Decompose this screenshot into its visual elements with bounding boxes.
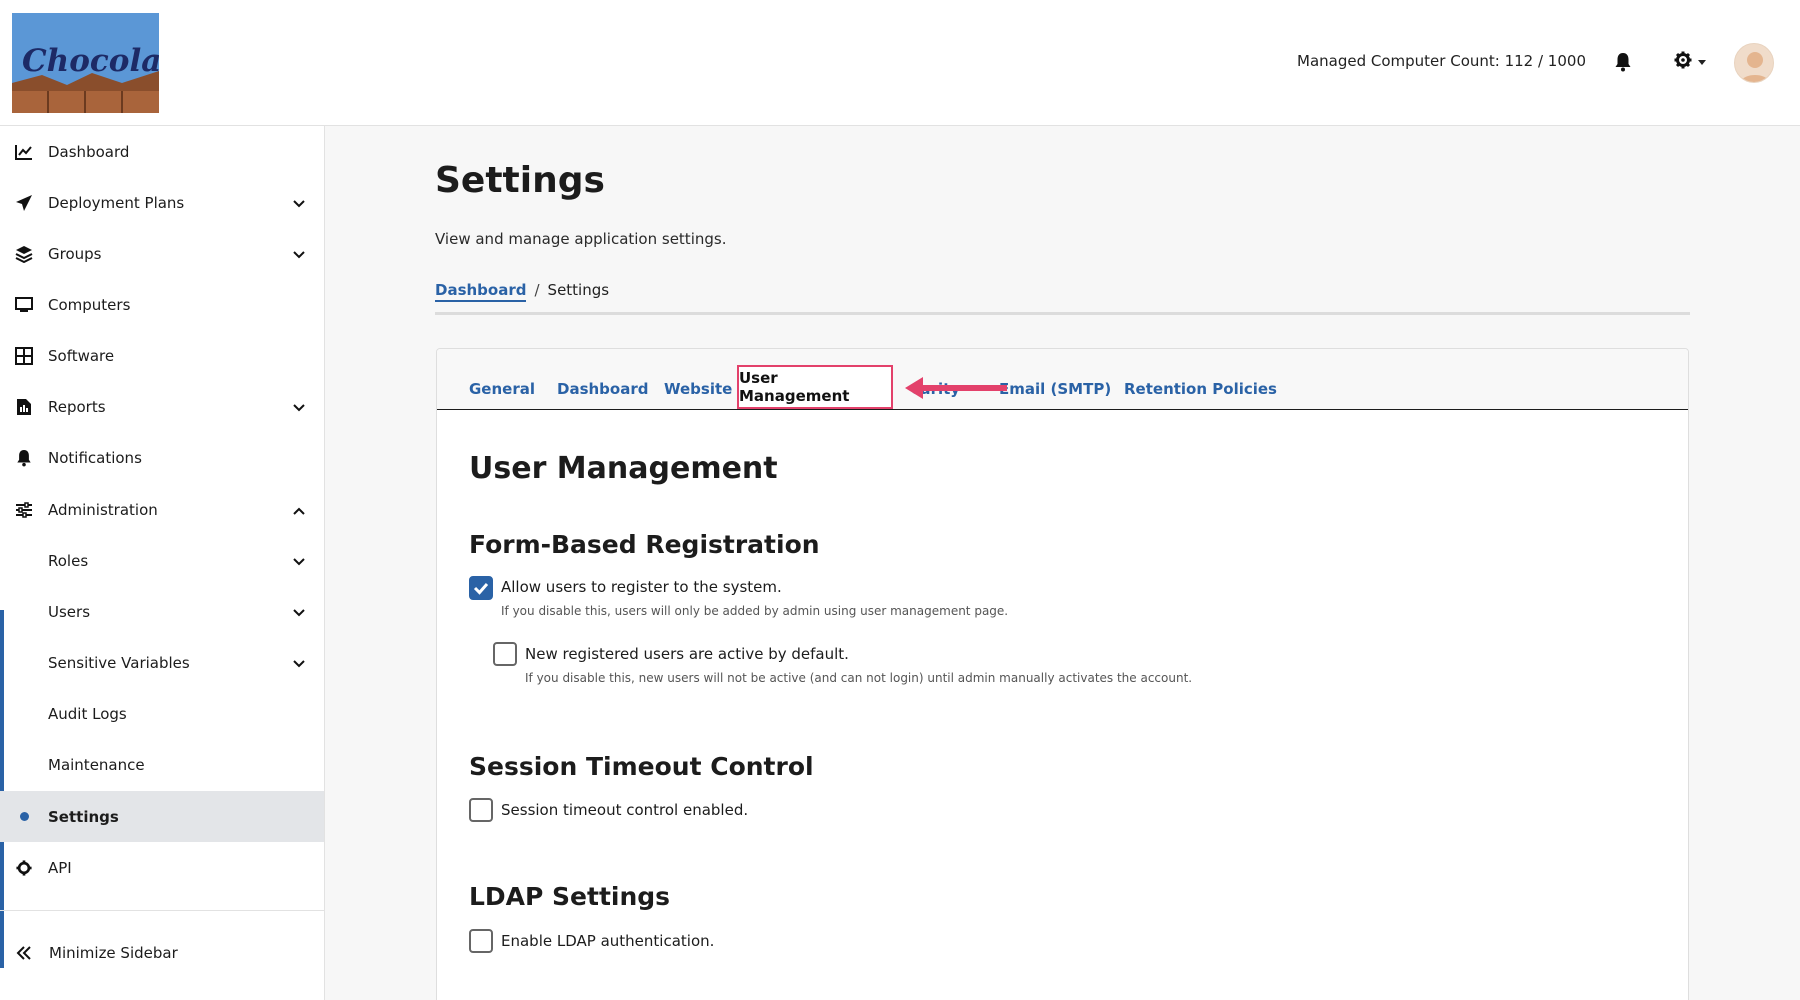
monitor-icon <box>15 296 33 314</box>
gear-icon <box>1674 51 1692 73</box>
ldap-enable-checkbox[interactable] <box>469 929 493 953</box>
sidebar-item-label: Computers <box>48 295 131 314</box>
sliders-icon <box>15 501 33 519</box>
sidebar-item-label: Reports <box>48 397 106 416</box>
sidebar-item-maintenance[interactable]: Maintenance <box>0 739 324 790</box>
allow-register-checkbox[interactable] <box>469 576 493 600</box>
sidebar-item-label: Deployment Plans <box>48 193 185 212</box>
chevron-down-icon <box>292 656 306 670</box>
bell-icon <box>15 449 33 467</box>
sidebar-item-notifications[interactable]: Notifications <box>0 432 324 483</box>
sidebar-item-label: Maintenance <box>48 755 145 774</box>
minimize-sidebar-button[interactable]: Minimize Sidebar <box>0 927 324 978</box>
chevron-down-icon <box>292 400 306 414</box>
sidebar-item-label: API <box>48 858 72 877</box>
sidebar-divider <box>0 910 324 911</box>
svg-text:Chocolatey: Chocolatey <box>22 43 159 79</box>
sidebar-item-label: Notifications <box>48 448 142 467</box>
allow-register-help: If you disable this, users will only be … <box>501 604 1009 618</box>
breadcrumb-current: Settings <box>547 281 610 299</box>
chevron-up-icon <box>292 503 306 517</box>
chart-line-icon <box>15 143 33 161</box>
sidebar-item-label: Sensitive Variables <box>48 653 190 672</box>
sidebar: Dashboard Deployment Plans Groups Comput… <box>0 126 325 1000</box>
tab-general[interactable]: General <box>469 380 535 398</box>
sidebar-item-label: Users <box>48 602 91 621</box>
sidebar-item-settings[interactable]: Settings <box>0 791 324 842</box>
gear-icon <box>15 859 33 877</box>
sidebar-item-administration[interactable]: Administration <box>0 484 324 535</box>
page-subtitle: View and manage application settings. <box>435 230 727 248</box>
sidebar-item-groups[interactable]: Groups <box>0 228 324 279</box>
chevron-down-icon <box>292 554 306 568</box>
layers-icon <box>15 245 33 263</box>
active-dot-icon <box>15 808 33 826</box>
tab-email-smtp[interactable]: Email (SMTP) <box>999 380 1111 398</box>
grid-icon <box>15 346 33 365</box>
active-by-default-label: New registered users are active by defau… <box>525 645 849 663</box>
avatar[interactable] <box>1734 43 1774 83</box>
sidebar-item-label: Dashboard <box>48 142 130 161</box>
active-by-default-checkbox[interactable] <box>493 642 517 666</box>
managed-computer-count: Managed Computer Count: 112 / 1000 <box>1297 52 1586 70</box>
allow-register-label: Allow users to register to the system. <box>501 578 782 596</box>
top-header: Chocolatey Managed Computer Count: 112 /… <box>0 0 1800 126</box>
session-timeout-heading: Session Timeout Control <box>469 752 814 781</box>
chevron-down-icon <box>292 247 306 261</box>
pointer-arrow-icon <box>905 377 1007 399</box>
chevron-down-icon <box>292 196 306 210</box>
settings-menu-button[interactable] <box>1674 51 1714 73</box>
ldap-enable-label: Enable LDAP authentication. <box>501 932 715 950</box>
breadcrumb-link-dashboard[interactable]: Dashboard <box>435 281 527 302</box>
tab-website[interactable]: Website <box>664 380 732 398</box>
page-title: Settings <box>435 160 605 201</box>
sidebar-item-reports[interactable]: Reports <box>0 381 324 432</box>
settings-tabs: General Dashboard Website User Managemen… <box>437 349 1688 410</box>
ldap-settings-heading: LDAP Settings <box>469 882 671 911</box>
sidebar-item-computers[interactable]: Computers <box>0 279 324 330</box>
double-chevron-left-icon <box>15 944 33 962</box>
check-icon <box>473 583 489 595</box>
tab-user-management[interactable]: User Management <box>737 365 893 409</box>
report-icon <box>15 398 33 416</box>
tab-dashboard[interactable]: Dashboard <box>557 380 648 398</box>
settings-card: General Dashboard Website User Managemen… <box>436 348 1689 1000</box>
sidebar-item-api[interactable]: API <box>0 842 324 893</box>
sidebar-item-software[interactable]: Software <box>0 330 324 381</box>
sidebar-item-label: Audit Logs <box>48 704 127 723</box>
active-by-default-help: If you disable this, new users will not … <box>525 671 1193 685</box>
caret-down-icon <box>1698 59 1706 65</box>
breadcrumb: Dashboard / Settings <box>435 281 609 302</box>
session-timeout-label: Session timeout control enabled. <box>501 801 749 819</box>
header-divider <box>435 312 1690 315</box>
sidebar-item-roles[interactable]: Roles <box>0 535 324 586</box>
form-registration-heading: Form-Based Registration <box>469 530 820 559</box>
sidebar-item-users[interactable]: Users <box>0 586 324 637</box>
sidebar-item-label: Administration <box>48 500 158 519</box>
user-management-heading: User Management <box>469 451 778 486</box>
chocolatey-logo[interactable]: Chocolatey <box>12 13 159 113</box>
sidebar-item-deployment-plans[interactable]: Deployment Plans <box>0 177 324 228</box>
chevron-down-icon <box>292 605 306 619</box>
bell-icon[interactable] <box>1614 52 1632 72</box>
sidebar-item-audit-logs[interactable]: Audit Logs <box>0 688 324 739</box>
sidebar-item-label: Settings <box>48 807 119 826</box>
tab-retention-policies[interactable]: Retention Policies <box>1124 380 1277 398</box>
session-timeout-checkbox[interactable] <box>469 798 493 822</box>
minimize-sidebar-label: Minimize Sidebar <box>49 943 178 962</box>
sidebar-item-label: Groups <box>48 244 102 263</box>
sidebar-item-sensitive-variables[interactable]: Sensitive Variables <box>0 637 324 688</box>
sidebar-item-label: Roles <box>48 551 89 570</box>
breadcrumb-separator: / <box>534 281 540 299</box>
sidebar-item-dashboard[interactable]: Dashboard <box>0 126 324 177</box>
sidebar-item-label: Software <box>48 346 115 365</box>
paper-plane-icon <box>15 194 33 212</box>
